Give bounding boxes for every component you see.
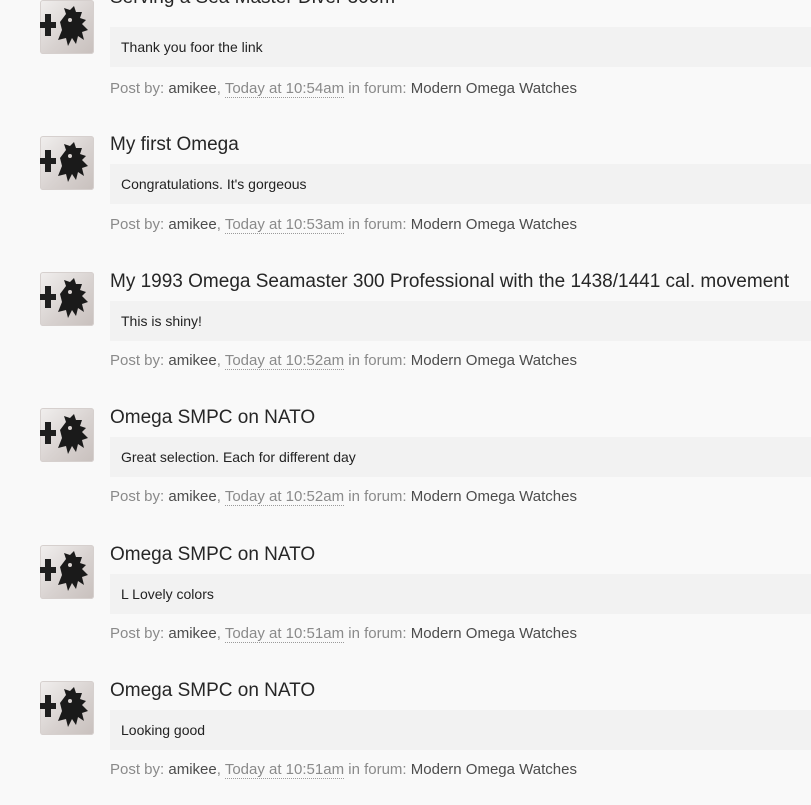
forum-link[interactable]: Modern Omega Watches	[411, 352, 577, 369]
post-item: Omega SMPC on NATO Great selection. Each…	[0, 394, 811, 524]
author-link[interactable]: amikee	[168, 216, 216, 233]
post-meta: Post by: amikee, Today at 10:51am in for…	[110, 625, 577, 643]
post-meta: Post by: amikee, Today at 10:52am in for…	[110, 352, 577, 370]
post-excerpt: L Lovely colors	[110, 574, 811, 614]
post-by-label: Post by:	[110, 216, 165, 233]
post-by-label: Post by:	[110, 80, 165, 97]
post-meta: Post by: amikee, Today at 10:52am in for…	[110, 488, 577, 506]
in-forum-label: in forum:	[348, 625, 407, 642]
post-excerpt: Great selection. Each for different day	[110, 437, 811, 477]
avatar[interactable]	[40, 0, 94, 54]
avatar[interactable]	[40, 681, 94, 735]
post-meta: Post by: amikee, Today at 10:51am in for…	[110, 761, 577, 779]
activity-feed: Serving a Sea Master Diver 300m Thank yo…	[0, 0, 811, 805]
heraldic-cross-lion-icon	[40, 687, 88, 727]
forum-link[interactable]: Modern Omega Watches	[411, 488, 577, 505]
timestamp-link[interactable]: Today at 10:53am	[224, 216, 345, 234]
avatar[interactable]	[40, 545, 94, 599]
post-title-link[interactable]: Serving a Sea Master Diver 300m	[110, 0, 395, 9]
post-item: My 1993 Omega Seamaster 300 Professional…	[0, 258, 811, 388]
comma-separator: ,	[216, 488, 221, 505]
post-by-label: Post by:	[110, 352, 165, 369]
in-forum-label: in forum:	[348, 352, 407, 369]
timestamp-link[interactable]: Today at 10:52am	[224, 488, 345, 506]
post-title-link[interactable]: My 1993 Omega Seamaster 300 Professional…	[110, 271, 789, 293]
comma-separator: ,	[216, 761, 221, 778]
timestamp-link[interactable]: Today at 10:54am	[224, 80, 345, 98]
heraldic-cross-lion-icon	[40, 6, 88, 46]
heraldic-cross-lion-icon	[40, 551, 88, 591]
post-title-link[interactable]: Omega SMPC on NATO	[110, 680, 315, 702]
heraldic-cross-lion-icon	[40, 278, 88, 318]
post-item: Omega SMPC on NATO Looking good Post by:…	[0, 667, 811, 797]
post-meta: Post by: amikee, Today at 10:54am in for…	[110, 80, 577, 98]
post-title-link[interactable]: My first Omega	[110, 134, 239, 156]
timestamp-link[interactable]: Today at 10:51am	[224, 761, 345, 779]
post-excerpt: This is shiny!	[110, 301, 811, 341]
heraldic-cross-lion-icon	[40, 142, 88, 182]
author-link[interactable]: amikee	[168, 80, 216, 97]
post-by-label: Post by:	[110, 625, 165, 642]
heraldic-cross-lion-icon	[40, 414, 88, 454]
post-meta: Post by: amikee, Today at 10:53am in for…	[110, 216, 577, 234]
author-link[interactable]: amikee	[168, 761, 216, 778]
forum-link[interactable]: Modern Omega Watches	[411, 80, 577, 97]
post-title-link[interactable]: Omega SMPC on NATO	[110, 544, 315, 566]
post-excerpt: Looking good	[110, 710, 811, 750]
in-forum-label: in forum:	[348, 216, 407, 233]
post-by-label: Post by:	[110, 488, 165, 505]
author-link[interactable]: amikee	[168, 625, 216, 642]
comma-separator: ,	[216, 216, 221, 233]
in-forum-label: in forum:	[348, 488, 407, 505]
avatar[interactable]	[40, 408, 94, 462]
post-item: My first Omega Congratulations. It's gor…	[0, 122, 811, 252]
post-item: Omega SMPC on NATO L Lovely colors Post …	[0, 531, 811, 661]
post-by-label: Post by:	[110, 761, 165, 778]
timestamp-link[interactable]: Today at 10:51am	[224, 625, 345, 643]
author-link[interactable]: amikee	[168, 488, 216, 505]
forum-link[interactable]: Modern Omega Watches	[411, 625, 577, 642]
avatar[interactable]	[40, 136, 94, 190]
post-excerpt: Congratulations. It's gorgeous	[110, 164, 811, 204]
avatar[interactable]	[40, 272, 94, 326]
timestamp-link[interactable]: Today at 10:52am	[224, 352, 345, 370]
forum-link[interactable]: Modern Omega Watches	[411, 761, 577, 778]
comma-separator: ,	[216, 625, 221, 642]
post-item: Serving a Sea Master Diver 300m Thank yo…	[0, 0, 811, 116]
author-link[interactable]: amikee	[168, 352, 216, 369]
post-excerpt: Thank you foor the link	[110, 27, 811, 67]
comma-separator: ,	[216, 352, 221, 369]
forum-link[interactable]: Modern Omega Watches	[411, 216, 577, 233]
in-forum-label: in forum:	[348, 761, 407, 778]
in-forum-label: in forum:	[348, 80, 407, 97]
post-title-link[interactable]: Omega SMPC on NATO	[110, 407, 315, 429]
comma-separator: ,	[216, 80, 221, 97]
